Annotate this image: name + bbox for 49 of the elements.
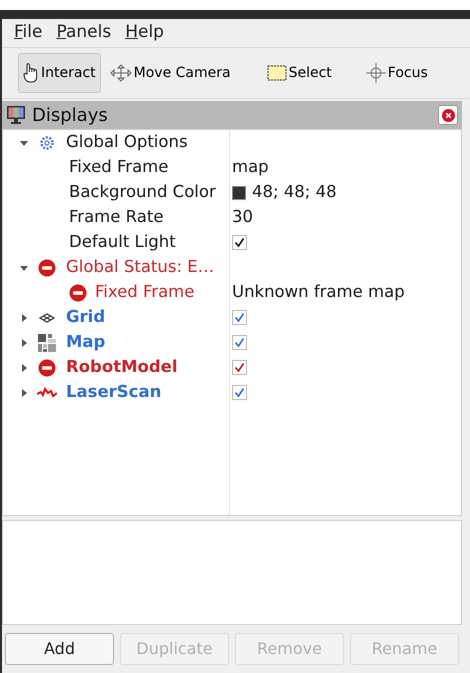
tool-button[interactable]: Select	[262, 53, 337, 93]
collapsed-arrow-icon[interactable]	[20, 314, 28, 322]
property-value[interactable]: 48; 48; 48	[252, 180, 337, 205]
selection-rectangle-icon	[266, 65, 287, 81]
move-arrows-icon	[110, 64, 132, 82]
display-name[interactable]: LaserScan	[66, 380, 162, 405]
checkbox[interactable]	[232, 385, 247, 400]
menu-item[interactable]: Panels	[56, 20, 112, 46]
error-icon	[38, 258, 56, 276]
close-button[interactable]	[438, 105, 458, 125]
property-name[interactable]: Background Color	[69, 180, 216, 205]
checkbox[interactable]	[232, 360, 247, 375]
property-value[interactable]: 30	[232, 205, 253, 230]
display-name[interactable]: RobotModel	[66, 355, 178, 380]
display-name[interactable]: Map	[66, 330, 106, 355]
error-icon	[69, 284, 87, 302]
monitor-icon	[6, 105, 26, 125]
collapsed-arrow-icon[interactable]	[20, 364, 28, 372]
tool-button[interactable]: Interact	[18, 53, 101, 93]
checkbox[interactable]	[232, 335, 247, 350]
property-name[interactable]: Frame Rate	[69, 205, 164, 230]
expanded-arrow-icon[interactable]	[20, 264, 28, 272]
display-name[interactable]: Grid	[66, 305, 106, 330]
tool-button[interactable]: Move Camera	[104, 53, 236, 93]
expanded-arrow-icon[interactable]	[20, 138, 28, 146]
checkbox[interactable]	[232, 310, 247, 325]
group-name[interactable]: Global Status: E…	[66, 255, 214, 280]
tool-button[interactable]: Focus	[360, 53, 433, 93]
color-swatch[interactable]	[232, 186, 246, 200]
crosshair-icon	[366, 63, 386, 83]
property-value[interactable]: Unknown frame map	[232, 280, 405, 305]
property-name[interactable]: Fixed Frame	[95, 280, 194, 305]
property-name[interactable]: Fixed Frame	[69, 155, 168, 180]
gear-icon	[39, 134, 55, 150]
collapsed-arrow-icon[interactable]	[20, 388, 28, 396]
menu-item[interactable]: File	[14, 20, 42, 46]
hand-pointer-icon	[23, 63, 39, 83]
laser-scan-icon	[37, 386, 57, 398]
group-name[interactable]: Global Options	[66, 130, 188, 155]
action-button[interactable]: Add	[5, 633, 114, 665]
property-value[interactable]: map	[232, 155, 269, 180]
collapsed-arrow-icon[interactable]	[20, 338, 28, 346]
error-icon	[38, 358, 56, 376]
grid-icon	[39, 312, 55, 322]
menu-item[interactable]: Help	[125, 20, 164, 46]
map-icon	[38, 334, 56, 352]
checkbox[interactable]	[232, 235, 247, 250]
property-name[interactable]: Default Light	[69, 230, 176, 255]
panel-title: Displays	[32, 104, 109, 128]
